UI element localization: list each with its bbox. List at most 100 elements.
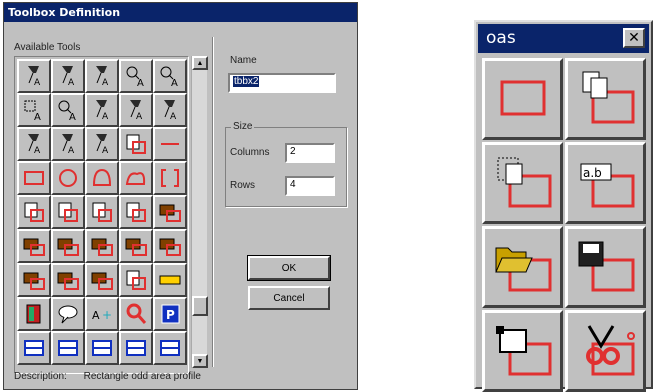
scroll-down-button[interactable]: ▼: [192, 354, 208, 368]
line-icon: [161, 143, 179, 145]
tool-button-pin-a2[interactable]: A: [119, 93, 153, 127]
palette-button-clip-area[interactable]: [565, 310, 646, 392]
pin-a5-icon: A: [62, 134, 75, 156]
size-label: Size: [231, 121, 255, 132]
tool-button-split-v[interactable]: [85, 331, 119, 365]
scale-icon: [160, 340, 180, 356]
tool-button-pin-a6[interactable]: A: [85, 127, 119, 161]
palette-button-open-folder-area[interactable]: [482, 226, 563, 308]
tool-button-line[interactable]: [153, 127, 187, 161]
tool-button-parking[interactable]: P: [153, 297, 187, 331]
svg-text:A: A: [69, 112, 76, 123]
pin-pmb-icon: A: [28, 66, 41, 88]
scroll-thumb[interactable]: [192, 296, 208, 316]
tool-button-arc[interactable]: [85, 161, 119, 195]
tool-button-book[interactable]: [17, 297, 51, 331]
available-tools-label: Available Tools: [14, 42, 81, 53]
columns-field[interactable]: 2: [285, 143, 335, 163]
ok-button[interactable]: OK: [247, 255, 331, 281]
palette-button-copy-area[interactable]: [565, 58, 646, 140]
name-field[interactable]: tbbx2: [228, 73, 336, 93]
svg-text:A: A: [34, 78, 41, 88]
tool-button-pin-a[interactable]: A: [85, 93, 119, 127]
split-h2-icon: [126, 340, 146, 356]
dialog-title: Toolbox Definition: [4, 3, 357, 22]
palette1-icon: [23, 238, 45, 256]
tool-button-doc-a[interactable]: [119, 127, 153, 161]
tool-button-text-plus[interactable]: A +: [85, 297, 119, 331]
pin-a6-icon: A: [96, 134, 109, 156]
palette7-icon: [57, 272, 79, 290]
palette-button-select-area[interactable]: [482, 310, 563, 392]
tool-button-palette3[interactable]: [85, 229, 119, 263]
clip-area-icon: [585, 325, 635, 376]
palette8-icon: [91, 272, 113, 290]
copy-doc2-icon: [58, 202, 78, 222]
tool-button-palette4[interactable]: [119, 229, 153, 263]
tool-button-pin-pmb[interactable]: A: [17, 59, 51, 93]
scroll-up-button[interactable]: ▲: [192, 56, 208, 70]
tool-button-palette8[interactable]: [85, 263, 119, 297]
tool-button-pin-a5[interactable]: A: [51, 127, 85, 161]
zoom-a-icon: A: [126, 66, 144, 89]
tool-button-open-folder[interactable]: [153, 195, 187, 229]
svg-text:A: A: [34, 146, 41, 156]
tool-button-split-h2[interactable]: [119, 331, 153, 365]
palette-button-rectangle-area[interactable]: [482, 58, 563, 140]
tool-button-select-a[interactable]: A: [17, 93, 51, 127]
name-value: tbbx2: [233, 76, 260, 87]
tool-button-palette1[interactable]: [17, 229, 51, 263]
cancel-button[interactable]: Cancel: [248, 286, 330, 310]
text-area-icon: a.b: [580, 163, 634, 208]
tool-button-magnifier[interactable]: [119, 297, 153, 331]
tool-button-copy-doc2[interactable]: [51, 195, 85, 229]
tools-scrollbar[interactable]: ▲ ▼: [191, 56, 208, 368]
copy-doc-icon: [24, 202, 44, 222]
palette-button-text-area[interactable]: a.b: [565, 142, 646, 224]
name-label: Name: [230, 55, 257, 66]
oas-palette-window: oas ✕ a.b: [474, 20, 653, 392]
tool-button-scissors-doc[interactable]: [119, 195, 153, 229]
palette-button-paste-area[interactable]: [482, 142, 563, 224]
tool-button-copy-doc[interactable]: [17, 195, 51, 229]
scissors-doc-icon: [126, 202, 146, 222]
tool-button-circle[interactable]: [51, 161, 85, 195]
tool-button-zoom-a[interactable]: A: [119, 59, 153, 93]
tool-button-scale[interactable]: [153, 331, 187, 365]
description-label: Description:: [14, 371, 67, 382]
tool-button-bracket[interactable]: [153, 161, 187, 195]
tool-button-palette6[interactable]: [17, 263, 51, 297]
close-button[interactable]: ✕: [623, 28, 645, 48]
vertical-divider: [212, 37, 214, 367]
rows-field[interactable]: 4: [285, 176, 335, 196]
tool-button-rect[interactable]: [17, 161, 51, 195]
svg-text:A: A: [102, 112, 109, 122]
svg-text:A: A: [92, 309, 100, 322]
tool-button-edit-doc[interactable]: [85, 195, 119, 229]
tool-button-split-h[interactable]: [51, 331, 85, 365]
tool-button-palette5[interactable]: [153, 229, 187, 263]
tool-button-pin-hms[interactable]: A: [51, 59, 85, 93]
speech-icon: [58, 305, 78, 324]
tool-button-layers[interactable]: [17, 331, 51, 365]
tool-button-zoom-a2[interactable]: A: [153, 59, 187, 93]
parking-icon: P: [161, 304, 180, 324]
columns-label: Columns: [230, 147, 270, 158]
pin-a3-icon: A: [164, 100, 177, 122]
tool-button-bar[interactable]: [153, 263, 187, 297]
tool-button-palette7[interactable]: [51, 263, 85, 297]
palette-grid: a.b: [482, 58, 646, 392]
save-area-icon: [578, 241, 634, 292]
tool-button-zoom-a3[interactable]: A: [51, 93, 85, 127]
tool-button-pin-a3[interactable]: A: [153, 93, 187, 127]
tool-button-freeform[interactable]: [119, 161, 153, 195]
svg-text:A: A: [171, 78, 178, 89]
zoom-a2-icon: A: [160, 66, 178, 89]
palette-button-save-area[interactable]: [565, 226, 646, 308]
tool-button-pin-a4[interactable]: A: [17, 127, 51, 161]
tool-button-palette2[interactable]: [51, 229, 85, 263]
pin-pmb2-icon: A: [96, 66, 109, 88]
tool-button-pin-pmb2[interactable]: A: [85, 59, 119, 93]
tool-button-speech[interactable]: [51, 297, 85, 331]
tool-button-scissors-doc2[interactable]: [119, 263, 153, 297]
